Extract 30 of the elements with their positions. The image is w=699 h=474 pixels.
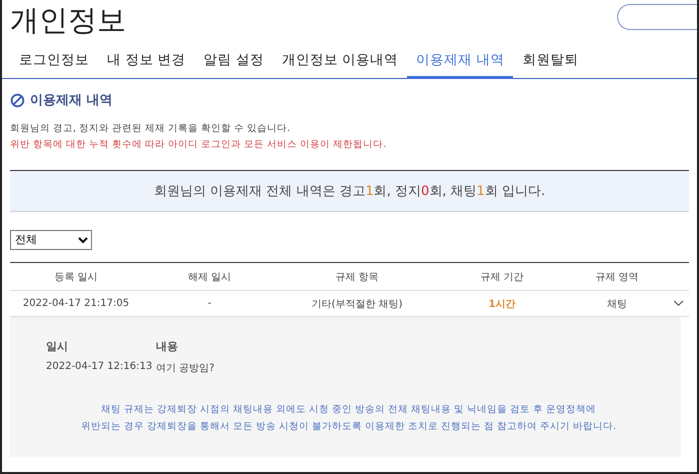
page-title: 개인정보 (10, 2, 126, 38)
table-cell-text: - (206, 298, 212, 309)
tab[interactable]: 내 정보 변경 (98, 44, 195, 79)
search-field[interactable] (617, 4, 697, 30)
detail-value: 여기 공방임? (156, 362, 216, 375)
notice-text: 회원님의 경고, 정지와 관련된 제재 기록을 확인할 수 있습니다. (10, 122, 292, 136)
filter-dropdown[interactable]: 전체 (10, 230, 92, 250)
warning-text: 위반 항목에 대한 누적 횟수에 따라 아이디 로그인과 모든 서비스 이용이 제한됩니다. (10, 138, 388, 152)
detail-value: 2022-04-17 12:16:13 (46, 361, 154, 374)
table-cell-text: 채팅 (606, 298, 628, 310)
column-header: 규제 항목 (334, 270, 380, 284)
tab[interactable]: 알림 설정 (194, 44, 273, 79)
column-header: 규제 영역 (594, 270, 640, 284)
tab[interactable]: 개인정보 이용내역 (272, 44, 408, 79)
tab[interactable]: 이용제재 내역 (407, 44, 514, 79)
tab[interactable]: 회원탈퇴 (513, 44, 588, 79)
section-title: 이용제재 내역 (30, 92, 113, 109)
table-cell-text: 1시간 (488, 298, 516, 310)
chevron-icon[interactable] (672, 300, 684, 307)
detail-label: 일시 (46, 339, 69, 354)
table-cell-text: 2022-04-17 21:17:05 (22, 298, 130, 309)
summary-text: 회원님의 이용제재 전체 내역은 경고1회, 정지0회, 채팅 1회 입니다. (10, 170, 689, 212)
detail-label: 내용 (156, 339, 179, 354)
column-header: 등록 일시 (53, 270, 99, 284)
column-header: 해제 일시 (186, 270, 232, 284)
column-header: 규제 기간 (479, 270, 525, 284)
table-cell-text: 기타(부적절한 채팅) (310, 298, 404, 310)
tab[interactable]: 로그인정보 (10, 44, 98, 79)
prohibited-icon (10, 92, 25, 108)
policy-note: 채팅 규제는 강제퇴장 시점의 채팅내용 외에도 시청 중인 방송의 전체 채팅내용 및 닉네임을 검토 후 운영정책에 위반되는 경우 강제퇴장을 통해서 모든 방송 시청이 불가하도록 이용제한 조치로 진행되는 점 참고하여 주시기 바랍니다. (80, 403, 618, 434)
